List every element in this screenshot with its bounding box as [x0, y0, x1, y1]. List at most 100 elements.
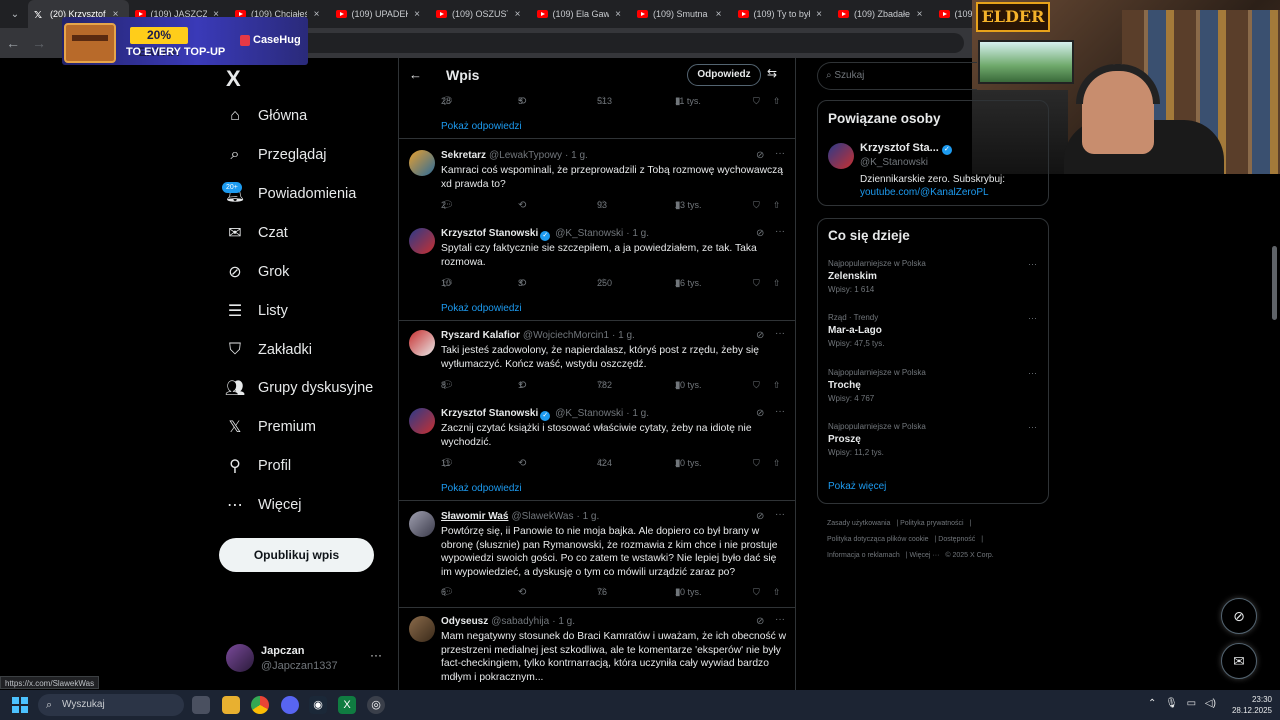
chevron-up-icon[interactable]: ⌃ [1148, 698, 1156, 709]
bookmark-icon[interactable]: ⛉ [753, 587, 760, 598]
show-replies-link[interactable]: Pokaż odpowiedzi [441, 303, 522, 314]
author-handle[interactable]: @K_Stanowski [555, 228, 623, 239]
tweet[interactable]: Krzysztof Stanowski ✓ @K_Stanowski · 1 g. ⊘ ·… [399, 406, 795, 488]
avatar[interactable] [409, 330, 435, 356]
author-name[interactable]: Sławomir Waś [441, 511, 508, 522]
share-icon[interactable]: ⇧ [773, 458, 781, 469]
share-icon[interactable]: ⇧ [773, 587, 781, 598]
close-tab-icon[interactable]: × [716, 9, 726, 20]
author-handle[interactable]: @WojciechMorcin1 [523, 330, 609, 341]
sidebar-item[interactable]: 🔔︎ Powiadomienia [222, 175, 357, 213]
more-icon[interactable]: ··· [1028, 368, 1037, 378]
tweet[interactable]: Ryszard Kalafior @WojciechMorcin1 · 1 g. ⊘ ·… [399, 328, 795, 410]
more-icon[interactable]: ··· [775, 226, 785, 237]
bookmark-icon[interactable]: ⛉ [753, 278, 760, 289]
more-icon[interactable]: ··· [775, 614, 785, 625]
tweet[interactable]: Sławomir Waś @SlawekWas · 1 g. ⊘ ··· Powtórzę… [399, 509, 795, 591]
trend-item[interactable]: Najpopularniejsze w Polska Zelenskim Wpisy… [828, 259, 1040, 294]
footer-link[interactable]: Zasady użytkowania [827, 520, 890, 527]
grok-icon[interactable]: ⊘ [756, 408, 764, 419]
author-name[interactable]: Krzysztof Stanowski [441, 408, 538, 419]
close-tab-icon[interactable]: × [515, 9, 525, 20]
tab-search-chevron-icon[interactable]: ⌄ [4, 3, 26, 25]
share-icon[interactable]: ⇧ [773, 200, 781, 211]
filter-settings-icon[interactable]: ⇆ [767, 66, 777, 80]
tweet[interactable]: Odyseusz @sabadyhija · 1 g. ⊘ ··· Mam negatyw… [399, 614, 795, 690]
taskbar-search[interactable]: ⌕ Wyszukaj [38, 694, 184, 716]
browser-tab[interactable]: (109) Ela Gawi × [531, 0, 632, 28]
grok-icon[interactable]: ⊘ [756, 228, 764, 239]
more-icon[interactable]: ··· [775, 406, 785, 417]
close-tab-icon[interactable]: × [414, 9, 424, 20]
reply-button[interactable]: Odpowiedz [687, 64, 761, 86]
tweet-time[interactable]: · 1 g. [576, 511, 599, 522]
show-more-link[interactable]: Pokaż więcej [828, 481, 886, 492]
tweet-time[interactable]: · 1 g. [612, 330, 635, 341]
taskbar-clock[interactable]: 23:30 28.12.2025 [1228, 694, 1272, 716]
more-icon[interactable]: ··· [775, 328, 785, 339]
tweet-time[interactable]: · 1 g. [565, 150, 588, 161]
footer-link[interactable]: Więcej ··· [909, 552, 939, 559]
tweet-time[interactable]: · 1 g. [552, 616, 575, 627]
show-replies-link[interactable]: Pokaż odpowiedzi [441, 483, 522, 494]
grok-icon[interactable]: ⊘ [756, 330, 764, 341]
tweet[interactable]: Krzysztof Stanowski ✓ @K_Stanowski · 1 g. ⊘ ·… [399, 226, 795, 308]
more-icon[interactable]: ··· [775, 509, 785, 520]
tweet[interactable]: Sekretarz @LewakTypowy · 1 g. ⊘ ··· Kamraci c… [399, 148, 795, 230]
close-tab-icon[interactable]: × [615, 9, 625, 20]
related-bio-link[interactable]: youtube.com/@KanalZeroPL [860, 187, 989, 198]
browser-tab[interactable]: (109) Ty to był × [732, 0, 833, 28]
browser-tab[interactable]: (109) Smutna I × [631, 0, 732, 28]
search-input[interactable]: ⌕ Szukaj [817, 62, 977, 90]
bookmark-icon[interactable]: ⛉ [753, 458, 760, 469]
mic-icon[interactable]: 🎙 [1165, 698, 1178, 709]
author-name[interactable]: Odyseusz [441, 616, 488, 627]
ad-banner[interactable]: 20% EXTRA TO EVERY TOP-UP CaseHug [62, 17, 308, 65]
steam-icon[interactable]: ◉ [309, 696, 327, 714]
sidebar-item[interactable]: ⋯ Więcej [222, 486, 302, 524]
windows-start-icon[interactable] [12, 697, 28, 713]
more-icon[interactable]: ··· [1028, 422, 1037, 432]
avatar[interactable] [409, 408, 435, 434]
trend-item[interactable]: Najpopularniejsze w Polska Trochę Wpisy: 4… [828, 368, 1040, 403]
excel-icon[interactable]: X [338, 696, 356, 714]
footer-link[interactable]: Dostępność [938, 536, 975, 543]
avatar[interactable] [409, 228, 435, 254]
author-name[interactable]: Krzysztof Stanowski [441, 228, 538, 239]
footer-link[interactable]: Polityka prywatności [900, 520, 963, 527]
tweet-time[interactable]: · 1 g. [626, 228, 649, 239]
volume-icon[interactable]: ◁) [1205, 698, 1216, 709]
trend-item[interactable]: Rząd · Trendy Mar-a-Lago Wpisy: 47,5 tys. ·… [828, 313, 1040, 348]
bookmark-icon[interactable]: ⛉ [753, 200, 760, 211]
trend-item[interactable]: Najpopularniejsze w Polska Proszę Wpisy: 1… [828, 422, 1040, 457]
grok-icon[interactable]: ⊘ [756, 511, 764, 522]
forward-arrow-icon[interactable]: → [26, 35, 52, 51]
browser-tab[interactable]: (109) OSZUSTW × [430, 0, 531, 28]
more-icon[interactable]: ··· [1028, 313, 1037, 323]
browser-tab[interactable]: (109) UPADEK × [330, 0, 431, 28]
post-button[interactable]: Opublikuj wpis [219, 538, 374, 572]
sidebar-item[interactable]: ☰ Listy [222, 292, 288, 330]
author-name[interactable]: Ryszard Kalafior [441, 330, 520, 341]
share-icon[interactable]: ⇧ [773, 96, 781, 107]
close-tab-icon[interactable]: × [314, 9, 324, 20]
discord-icon[interactable] [281, 696, 299, 714]
sidebar-item[interactable]: ⛉ Zakładki [222, 331, 312, 369]
system-tray[interactable]: ⌃ 🎙 ▭ ◁) [1148, 698, 1216, 709]
more-icon[interactable]: ··· [775, 148, 785, 159]
sidebar-item[interactable]: ⚲ Profil [222, 447, 291, 485]
share-icon[interactable]: ⇧ [773, 380, 781, 391]
sidebar-item[interactable]: ⌕ Przeglądaj [222, 136, 327, 174]
obs-icon[interactable]: ◎ [367, 696, 385, 714]
browser-tab[interactable]: (109) Zbadałe × [832, 0, 933, 28]
footer-link[interactable]: Polityka dotycząca plików cookie [827, 536, 929, 543]
sidebar-item[interactable]: ⊘ Grok [222, 253, 289, 291]
grok-fab-icon[interactable]: ⊘ [1221, 598, 1257, 634]
close-tab-icon[interactable]: × [917, 9, 927, 20]
tweet-time[interactable]: · 1 g. [626, 408, 649, 419]
close-tab-icon[interactable]: × [816, 9, 826, 20]
avatar[interactable] [828, 143, 854, 169]
footer-link[interactable]: Informacja o reklamach [827, 552, 900, 559]
task-view-icon[interactable] [192, 696, 210, 714]
author-name[interactable]: Sekretarz [441, 150, 486, 161]
